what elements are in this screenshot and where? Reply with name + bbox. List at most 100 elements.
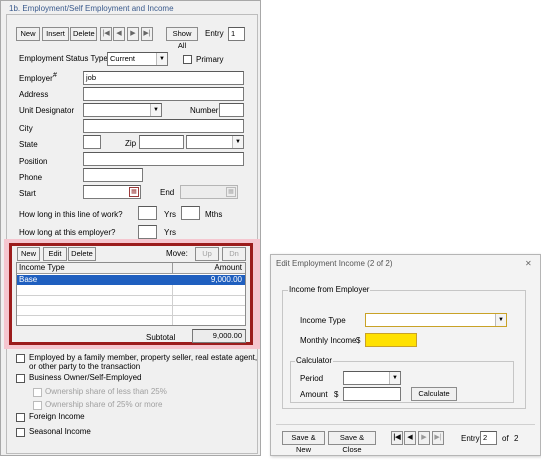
state-label: State bbox=[19, 140, 38, 149]
amount-label: Amount bbox=[300, 390, 328, 399]
amount-input[interactable] bbox=[343, 387, 401, 401]
family-member-label-2: or other party to the transaction bbox=[29, 362, 141, 371]
dialog-entry-input[interactable]: 2 bbox=[480, 431, 497, 445]
status-select[interactable]: Current ▼ bbox=[107, 52, 168, 66]
state-input[interactable] bbox=[83, 135, 101, 149]
income-table: Income Type Amount Base 9,000.00 bbox=[16, 262, 246, 326]
end-date-input[interactable]: ▦ bbox=[180, 185, 238, 199]
address-input[interactable] bbox=[83, 87, 244, 101]
row-income-type: Base bbox=[19, 275, 38, 284]
move-up-button[interactable]: Up bbox=[195, 247, 219, 261]
zip-ext-select[interactable]: ▼ bbox=[186, 135, 244, 149]
income-type-select[interactable]: ▼ bbox=[365, 313, 507, 327]
entry-input[interactable]: 1 bbox=[228, 27, 245, 41]
business-owner-checkbox[interactable] bbox=[16, 374, 25, 383]
move-dn-button[interactable]: Dn bbox=[222, 247, 246, 261]
grid-line bbox=[17, 305, 245, 306]
line-of-work-yrs-input[interactable] bbox=[138, 206, 157, 220]
income-new-button[interactable]: New bbox=[17, 247, 40, 261]
chevron-down-icon: ▼ bbox=[495, 314, 506, 326]
income-delete-button[interactable]: Delete bbox=[68, 247, 96, 261]
save-close-button[interactable]: Save & Close bbox=[328, 431, 376, 454]
primary-checkbox[interactable] bbox=[183, 55, 192, 64]
foreign-income-checkbox[interactable] bbox=[16, 413, 25, 422]
table-row[interactable]: Base 9,000.00 bbox=[17, 275, 245, 285]
unit-select[interactable]: ▼ bbox=[83, 103, 162, 117]
primary-label: Primary bbox=[196, 55, 224, 64]
address-label: Address bbox=[19, 90, 49, 99]
grid-line bbox=[17, 315, 245, 316]
calculate-button[interactable]: Calculate bbox=[411, 387, 457, 401]
seasonal-income-checkbox[interactable] bbox=[16, 428, 25, 437]
yrs-label: Yrs bbox=[164, 210, 176, 219]
insert-button[interactable]: Insert bbox=[42, 27, 69, 41]
number-input[interactable] bbox=[219, 103, 244, 117]
employer-input[interactable]: job bbox=[83, 71, 244, 85]
position-input[interactable] bbox=[83, 152, 244, 166]
line-of-work-mths-input[interactable] bbox=[181, 206, 200, 220]
total-entries: 2 bbox=[514, 434, 519, 443]
monthly-income-input[interactable] bbox=[365, 333, 417, 347]
income-edit-button[interactable]: Edit bbox=[43, 247, 67, 261]
number-label: Number bbox=[190, 106, 219, 115]
status-select-value: Current bbox=[110, 54, 136, 63]
chevron-down-icon: ▼ bbox=[156, 53, 167, 65]
at-employer-label: How long at this employer? bbox=[19, 228, 116, 237]
monthly-dollar: $ bbox=[356, 336, 361, 345]
start-label: Start bbox=[19, 189, 36, 198]
income-from-employer-legend: Income from Employer bbox=[288, 285, 371, 295]
row-amount: 9,000.00 bbox=[210, 275, 242, 284]
share-less-label: Ownership share of less than 25% bbox=[45, 387, 167, 396]
monthly-income-label: Monthly Income bbox=[300, 336, 357, 345]
period-label: Period bbox=[300, 374, 324, 383]
share-more-label: Ownership share of 25% or more bbox=[45, 400, 163, 409]
col-income-type: Income Type bbox=[19, 263, 65, 272]
position-label: Position bbox=[19, 157, 48, 166]
close-icon[interactable]: ✕ bbox=[525, 259, 532, 269]
delete-button[interactable]: Delete bbox=[70, 27, 97, 41]
business-owner-label: Business Owner/Self-Employed bbox=[29, 373, 142, 382]
col-amount: Amount bbox=[214, 263, 242, 272]
foreign-income-label: Foreign Income bbox=[29, 412, 85, 421]
start-date-input[interactable]: ▦ bbox=[83, 185, 141, 199]
prev-record-icon[interactable]: ◀ bbox=[404, 431, 416, 445]
mths-label: Mths bbox=[205, 210, 223, 219]
dialog-entry-label: Entry bbox=[461, 434, 480, 443]
end-label: End bbox=[160, 188, 175, 197]
last-record-icon[interactable]: ▶| bbox=[432, 431, 444, 445]
phone-input[interactable] bbox=[83, 168, 143, 182]
employer-label: Employer bbox=[19, 74, 53, 83]
save-new-button[interactable]: Save & New bbox=[282, 431, 325, 454]
col-divider bbox=[172, 263, 173, 274]
employer-hash: # bbox=[53, 72, 57, 79]
city-input[interactable] bbox=[83, 119, 244, 133]
dialog-footer-divider bbox=[276, 424, 535, 425]
first-record-icon[interactable]: |◀ bbox=[391, 431, 403, 445]
panel-title: 1b. Employment/Self Employment and Incom… bbox=[9, 4, 174, 13]
last-record-icon[interactable]: ▶| bbox=[141, 27, 153, 41]
share-less-checkbox[interactable] bbox=[33, 388, 42, 397]
first-record-icon[interactable]: |◀ bbox=[100, 27, 112, 41]
chevron-down-icon: ▼ bbox=[232, 136, 243, 148]
zip-input[interactable] bbox=[139, 135, 184, 149]
prev-record-icon[interactable]: ◀ bbox=[113, 27, 125, 41]
entry-label: Entry bbox=[205, 29, 224, 38]
period-select[interactable]: ▼ bbox=[343, 371, 401, 385]
income-table-header: Income Type Amount bbox=[17, 263, 245, 274]
calendar-icon[interactable]: ▦ bbox=[129, 187, 139, 197]
chevron-down-icon: ▼ bbox=[389, 372, 400, 384]
show-all-button[interactable]: Show All bbox=[166, 27, 198, 50]
next-record-icon[interactable]: ▶ bbox=[418, 431, 430, 445]
at-employer-yrs-input[interactable] bbox=[138, 225, 157, 239]
chevron-down-icon: ▼ bbox=[150, 104, 161, 116]
calculator-legend: Calculator bbox=[295, 356, 334, 366]
share-more-checkbox[interactable] bbox=[33, 401, 42, 410]
amount-dollar: $ bbox=[334, 390, 339, 399]
family-member-checkbox[interactable] bbox=[16, 354, 25, 363]
status-label: Employment Status Type bbox=[19, 54, 108, 63]
line-of-work-label: How long in this line of work? bbox=[19, 210, 123, 219]
next-record-icon[interactable]: ▶ bbox=[127, 27, 139, 41]
subtotal-label: Subtotal bbox=[146, 333, 176, 342]
new-button[interactable]: New bbox=[16, 27, 40, 41]
phone-label: Phone bbox=[19, 173, 43, 182]
